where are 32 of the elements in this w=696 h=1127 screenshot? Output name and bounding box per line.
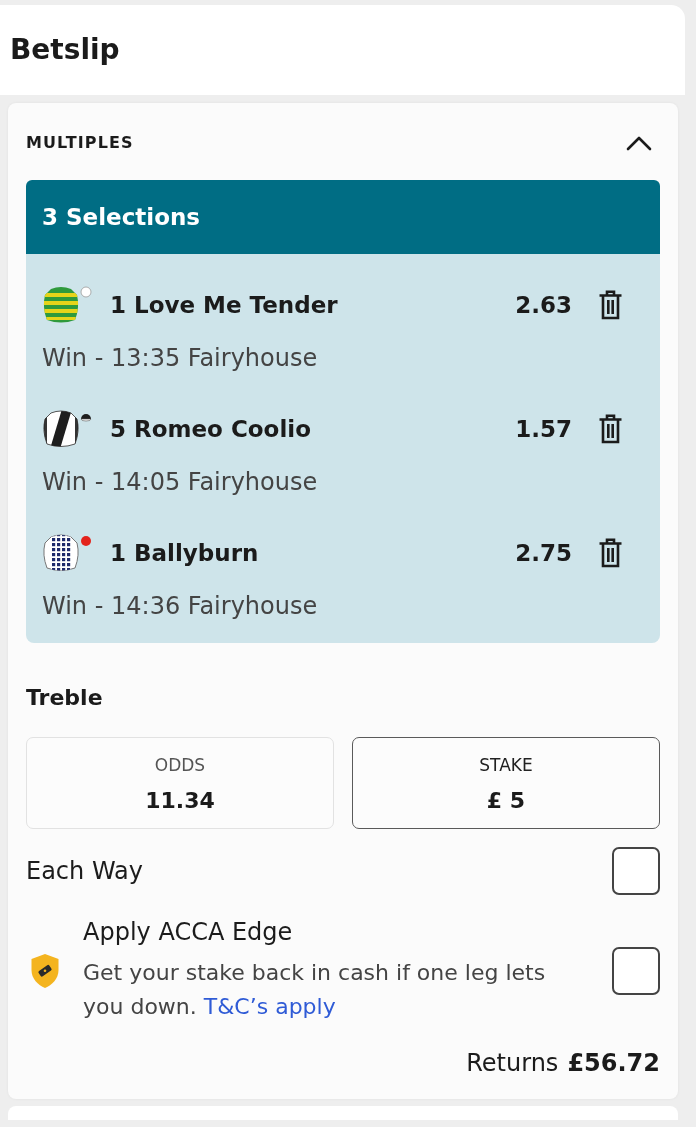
selection-name: 1 Ballyburn — [110, 539, 260, 568]
selection-name: 1 Love Me Tender — [110, 291, 339, 320]
section-title: MULTIPLES — [26, 132, 134, 154]
selections-header: 3 Selections — [26, 180, 660, 254]
promo-title: Apply ACCA Edge — [83, 917, 294, 947]
checkbox[interactable] — [612, 847, 660, 895]
selection-market: Win - 13:35 Fairyhouse — [42, 343, 318, 373]
silks-icon — [42, 533, 92, 573]
option-label: Each Way — [26, 856, 144, 886]
odds-value: 11.34 — [145, 787, 215, 815]
trash-icon[interactable] — [598, 290, 623, 320]
odds-label: ODDS — [154, 755, 206, 775]
promo-description: Get your stake back in cash if one leg lets you down. T&C’s apply — [83, 959, 547, 1021]
selection-odds: 2.75 — [515, 539, 572, 568]
selection-market: Win - 14:05 Fairyhouse — [42, 467, 318, 497]
trash-icon[interactable] — [598, 414, 623, 444]
trash-icon[interactable] — [598, 538, 623, 568]
stake-field[interactable]: STAKE £ 5 — [352, 737, 660, 829]
selection-name: 5 Romeo Coolio — [110, 415, 312, 444]
chevron-up-icon[interactable] — [626, 135, 652, 151]
checkbox[interactable] — [612, 946, 660, 995]
selection-odds: 2.63 — [515, 291, 572, 320]
selection-market: Win - 14:36 Fairyhouse — [42, 591, 318, 621]
selection-odds: 1.57 — [515, 415, 572, 444]
silks-icon — [42, 409, 92, 449]
returns-amount: £56.72 — [567, 1049, 660, 1077]
betslip-title: Betslip — [10, 32, 120, 68]
shield-icon — [30, 952, 60, 989]
silks-icon — [42, 285, 92, 325]
terms-link[interactable]: T&C’s apply — [203, 994, 336, 1019]
returns-label: Returns — [466, 1049, 559, 1077]
bet-type-label: Treble — [26, 685, 104, 711]
